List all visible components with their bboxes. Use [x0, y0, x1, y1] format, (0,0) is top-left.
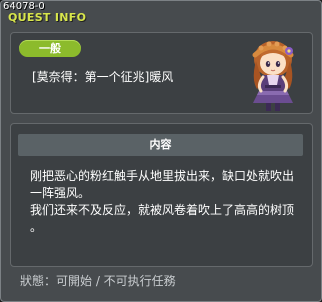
- description-line: 。: [30, 220, 43, 234]
- quest-status: 狀態：可開始 / 不可执行任務: [20, 274, 176, 288]
- quest-category-badge: 一般: [19, 40, 81, 57]
- quest-name: [莫奈得：第一个征兆]暖风: [32, 70, 174, 84]
- description-line: 刚把恶心的粉红触手从地里拔出来，缺口处就吹出: [30, 169, 295, 183]
- quest-description: 刚把恶心的粉红触手从地里拔出来，缺口处就吹出 一阵强风。 我们还来不及反应，就被…: [30, 168, 300, 236]
- description-line: 我们还来不及反应，就被风卷着吹上了高高的树顶: [30, 203, 295, 217]
- description-line: 一阵强风。: [30, 186, 91, 200]
- quest-info-window: 64078-0 QUEST INFO 一般 [莫奈得：第一个征兆]暖风 内容 刚…: [0, 0, 322, 302]
- window-title[interactable]: QUEST INFO: [8, 12, 86, 24]
- npc-portrait: [252, 41, 294, 111]
- content-section-header: 内容: [18, 134, 303, 156]
